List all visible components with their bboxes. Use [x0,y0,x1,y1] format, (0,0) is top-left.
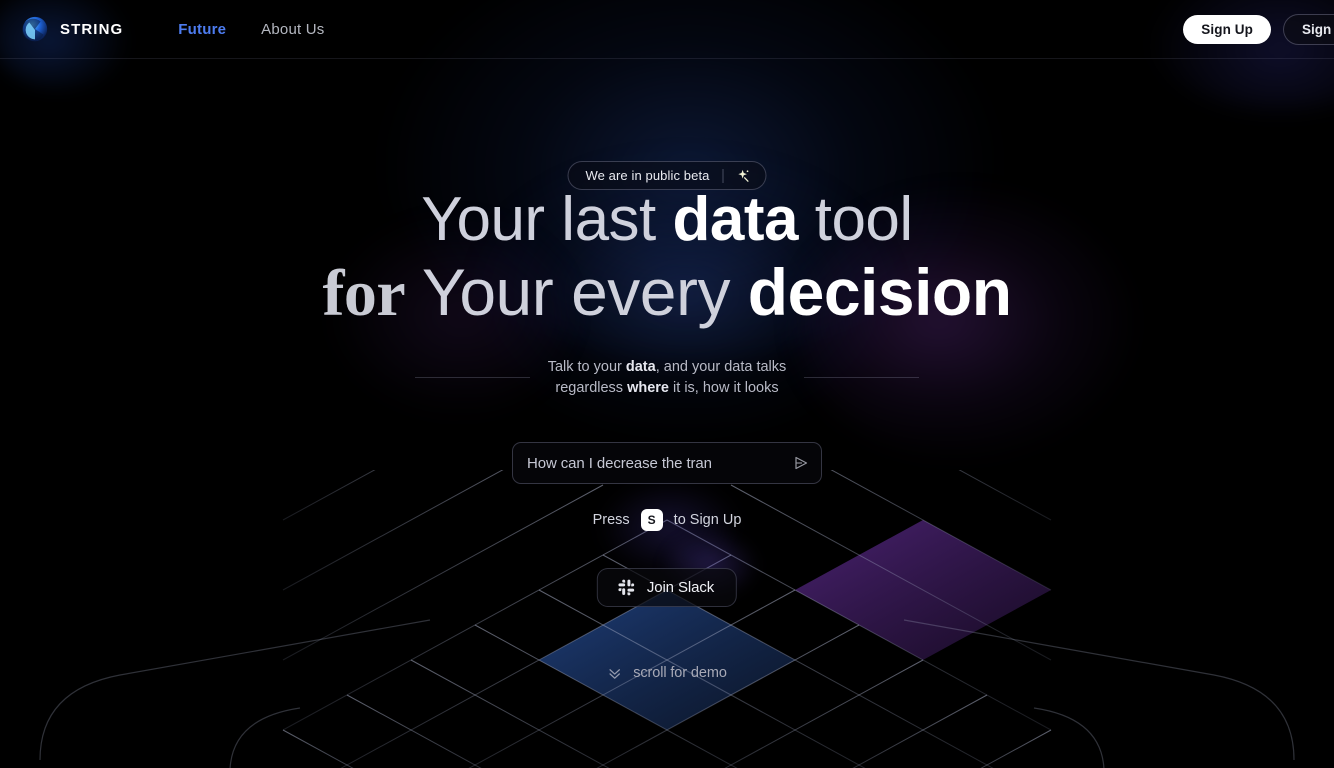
landing-page: STRING Future About Us Sign Up Sign In W… [0,0,1334,768]
headline-part-for: for [322,257,406,330]
subtitle-text-2c: it is, how it looks [669,379,779,396]
press-hint-prefix: Press [592,512,630,528]
headline-part-data: data [672,185,799,254]
headline-part-decision: decision [747,255,1012,329]
subtitle-text-2b: where [627,379,670,396]
nav-actions: Sign Up Sign In [1183,13,1334,45]
subtitle-rule-right [804,377,920,379]
search-input[interactable]: How can I decrease the tran [527,455,793,472]
subtitle-line-2: regardless where it is, how it looks [548,378,787,399]
join-slack-button[interactable]: Join Slack [596,568,738,607]
headline-part-your-every: Your every [405,255,748,329]
headline-part-your-last: Your last [421,185,673,254]
subtitle-text-1b: data [625,359,656,375]
press-hint-suffix: to Sign Up [673,512,742,528]
keycap-s[interactable]: S [640,509,663,531]
scroll-for-demo[interactable]: scroll for demo [607,665,727,681]
join-slack-label: Join Slack [646,579,715,596]
hero-search-box[interactable]: How can I decrease the tran [512,442,822,484]
slack-icon [618,579,635,596]
subtitle-text-1c: , and your data talks [655,359,787,375]
hero-subtitle: Talk to your data, and your data talks r… [548,357,787,398]
brand-logo-link[interactable]: STRING [20,14,123,44]
navbar: STRING Future About Us Sign Up Sign In [0,0,1334,59]
nav-link-future[interactable]: Future [178,21,226,38]
brand-name: STRING [60,20,124,38]
public-beta-badge-label: We are in public beta [585,168,710,183]
headline-part-tool: tool [798,185,913,254]
nav-link-about-us[interactable]: About Us [261,21,324,38]
badge-divider [722,168,724,183]
headline-line-2: for Your every decision [0,259,1334,327]
subtitle-text-2a: regardless [555,379,628,396]
send-arrow-icon[interactable] [793,455,809,471]
press-key-hint: Press S to Sign Up [0,509,1334,531]
hero-subtitle-row: Talk to your data, and your data talks r… [0,357,1334,398]
subtitle-rule-left [414,377,530,379]
nav-links: Future About Us [178,21,324,38]
string-droplet-logo-icon [21,16,48,42]
scroll-for-demo-label: scroll for demo [633,665,727,681]
subtitle-line-1: Talk to your data, and your data talks [548,357,787,378]
sparkle-wand-icon [738,169,749,182]
subtitle-text-1a: Talk to your [547,359,626,375]
hero-headline: Your last data tool for Your every decis… [0,189,1334,327]
sign-in-button[interactable]: Sign In [1283,13,1334,45]
headline-line-1: Your last data tool [0,189,1334,251]
double-chevron-down-icon [609,668,620,679]
hero-section: We are in public beta Your last data too… [0,59,1334,768]
sign-up-button[interactable]: Sign Up [1183,14,1271,44]
